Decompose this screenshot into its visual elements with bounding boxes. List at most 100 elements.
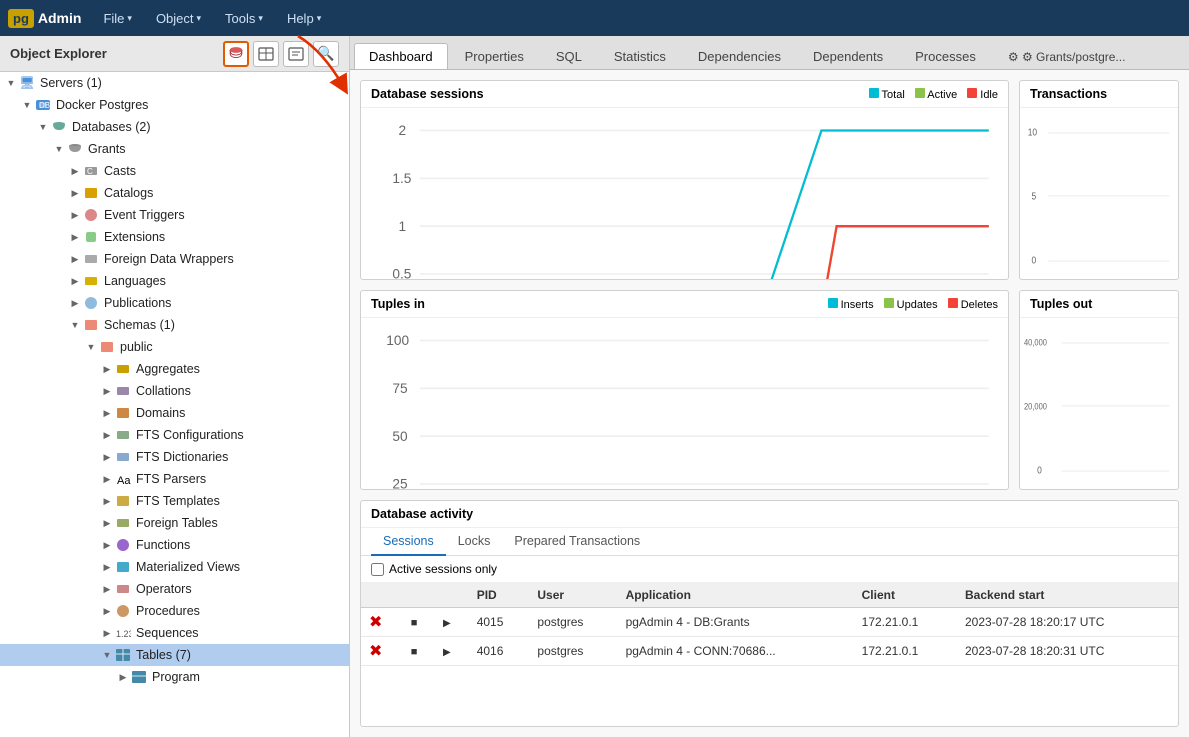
tree-item-domains[interactable]: ▶ Domains	[0, 402, 349, 424]
tree-item-grants[interactable]: ▼ Grants	[0, 138, 349, 160]
tree-toggle-publications[interactable]: ▶	[68, 296, 82, 310]
tree-toggle-servers[interactable]: ▼	[4, 76, 18, 90]
tree-toggle-sequences[interactable]: ▶	[100, 626, 114, 640]
tree-toggle-extensions[interactable]: ▶	[68, 230, 82, 244]
sessions-table: PID User Application Client Backend star…	[361, 583, 1178, 666]
menu-help[interactable]: Help ▾	[277, 7, 331, 30]
cell-expand[interactable]: ▶	[435, 608, 469, 637]
active-sessions-checkbox-wrap[interactable]: Active sessions only	[371, 562, 497, 576]
tree-item-fdw[interactable]: ▶ Foreign Data Wrappers	[0, 248, 349, 270]
fts-dicts-icon	[114, 448, 132, 466]
tree-toggle-docker[interactable]: ▼	[20, 98, 34, 112]
tree-container[interactable]: ▼ 🖥 Servers (1) ▼ DB Docker Postgres ▼	[0, 72, 349, 737]
activity-tab-locks[interactable]: Locks	[446, 528, 503, 556]
tree-toggle-fts-configs[interactable]: ▶	[100, 428, 114, 442]
tab-processes[interactable]: Processes	[900, 43, 991, 69]
tree-item-extensions[interactable]: ▶ Extensions	[0, 226, 349, 248]
tree-toggle-grants[interactable]: ▼	[52, 142, 66, 156]
menu-file[interactable]: File ▾	[93, 7, 141, 30]
tree-item-fts-templates[interactable]: ▶ FTS Templates	[0, 490, 349, 512]
tree-toggle-tables[interactable]: ▼	[100, 648, 114, 662]
tree-toggle-collations[interactable]: ▶	[100, 384, 114, 398]
tree-item-fts-parsers[interactable]: ▶ Aa FTS Parsers	[0, 468, 349, 490]
cell-stop[interactable]: ■	[403, 608, 435, 637]
tree-item-tables[interactable]: ▼ Tables (7)	[0, 644, 349, 666]
tree-toggle-databases[interactable]: ▼	[36, 120, 50, 134]
fts-parsers-label: FTS Parsers	[136, 472, 206, 486]
activity-tab-sessions[interactable]: Sessions	[371, 528, 446, 556]
tree-item-event-triggers[interactable]: ▶ Event Triggers	[0, 204, 349, 226]
tree-item-docker[interactable]: ▼ DB Docker Postgres	[0, 94, 349, 116]
tree-toggle-fts-parsers[interactable]: ▶	[100, 472, 114, 486]
expand-icon[interactable]: ▶	[443, 647, 451, 658]
tree-toggle-foreign-tables[interactable]: ▶	[100, 516, 114, 530]
tree-item-fts-dicts[interactable]: ▶ FTS Dictionaries	[0, 446, 349, 468]
tree-toggle-aggregates[interactable]: ▶	[100, 362, 114, 376]
menu-tools[interactable]: Tools ▾	[215, 7, 273, 30]
tree-item-mat-views[interactable]: ▶ Materialized Views	[0, 556, 349, 578]
tab-dependencies[interactable]: Dependencies	[683, 43, 796, 69]
tab-statistics[interactable]: Statistics	[599, 43, 681, 69]
tree-toggle-event-triggers[interactable]: ▶	[68, 208, 82, 222]
table-view-button[interactable]	[253, 41, 279, 67]
svg-text:10: 10	[1028, 126, 1037, 138]
tree-item-sequences[interactable]: ▶ 1.23 Sequences	[0, 622, 349, 644]
activity-tab-prepared[interactable]: Prepared Transactions	[502, 528, 652, 556]
tree-item-foreign-tables[interactable]: ▶ Foreign Tables	[0, 512, 349, 534]
tree-item-program[interactable]: ▶ Program	[0, 666, 349, 688]
db-sessions-header: Database sessions Total Active Idle	[361, 81, 1008, 108]
tree-toggle-domains[interactable]: ▶	[100, 406, 114, 420]
tree-item-databases[interactable]: ▼ Databases (2)	[0, 116, 349, 138]
tree-toggle-languages[interactable]: ▶	[68, 274, 82, 288]
tab-dashboard[interactable]: Dashboard	[354, 43, 448, 69]
grants-label: Grants	[88, 142, 126, 156]
db-sessions-legend: Total Active Idle	[869, 88, 998, 101]
expand-icon[interactable]: ▶	[443, 618, 451, 629]
cell-expand[interactable]: ▶	[435, 637, 469, 666]
tree-item-operators[interactable]: ▶ Operators	[0, 578, 349, 600]
tree-item-aggregates[interactable]: ▶ Aggregates	[0, 358, 349, 380]
menu-object[interactable]: Object ▾	[146, 7, 211, 30]
tab-dependents[interactable]: Dependents	[798, 43, 898, 69]
tab-properties[interactable]: Properties	[450, 43, 539, 69]
stop-icon[interactable]: ■	[411, 646, 418, 658]
charts-row-2: Tuples in Inserts Updates Deletes 100 75…	[360, 290, 1179, 490]
tree-item-public[interactable]: ▼ public	[0, 336, 349, 358]
tree-toggle-fts-templates[interactable]: ▶	[100, 494, 114, 508]
active-sessions-checkbox[interactable]	[371, 563, 384, 576]
tree-toggle-program[interactable]: ▶	[116, 670, 130, 684]
search-button[interactable]: 🔍	[313, 41, 339, 67]
tab-sql[interactable]: SQL	[541, 43, 597, 69]
cell-stop[interactable]: ■	[403, 637, 435, 666]
transactions-header: Transactions	[1020, 81, 1178, 108]
tree-toggle-operators[interactable]: ▶	[100, 582, 114, 596]
tree-item-servers[interactable]: ▼ 🖥 Servers (1)	[0, 72, 349, 94]
properties-button[interactable]	[283, 41, 309, 67]
tree-item-fts-configs[interactable]: ▶ FTS Configurations	[0, 424, 349, 446]
tree-item-functions[interactable]: ▶ Functions	[0, 534, 349, 556]
tree-toggle-schemas[interactable]: ▼	[68, 318, 82, 332]
collations-label: Collations	[136, 384, 191, 398]
tree-item-casts[interactable]: ▶ C Casts	[0, 160, 349, 182]
tree-item-collations[interactable]: ▶ Collations	[0, 380, 349, 402]
database-icon-button[interactable]	[223, 41, 249, 67]
tables-label: Tables (7)	[136, 648, 191, 662]
tree-toggle-mat-views[interactable]: ▶	[100, 560, 114, 574]
tree-toggle-catalogs[interactable]: ▶	[68, 186, 82, 200]
tree-toggle-public[interactable]: ▼	[84, 340, 98, 354]
svg-text:Aa: Aa	[117, 475, 131, 487]
tree-item-publications[interactable]: ▶ Publications	[0, 292, 349, 314]
tree-toggle-fts-dicts[interactable]: ▶	[100, 450, 114, 464]
stop-icon[interactable]: ■	[411, 617, 418, 629]
fts-configs-icon	[114, 426, 132, 444]
tree-toggle-casts[interactable]: ▶	[68, 164, 82, 178]
tree-toggle-procedures[interactable]: ▶	[100, 604, 114, 618]
tree-item-languages[interactable]: ▶ Languages	[0, 270, 349, 292]
legend-updates: Updates	[884, 298, 938, 311]
tree-item-schemas[interactable]: ▼ Schemas (1)	[0, 314, 349, 336]
tree-toggle-functions[interactable]: ▶	[100, 538, 114, 552]
tree-item-catalogs[interactable]: ▶ Catalogs	[0, 182, 349, 204]
tab-grants[interactable]: ⚙ ⚙ Grants/postgre...	[993, 44, 1141, 69]
tree-item-procedures[interactable]: ▶ Procedures	[0, 600, 349, 622]
tree-toggle-fdw[interactable]: ▶	[68, 252, 82, 266]
